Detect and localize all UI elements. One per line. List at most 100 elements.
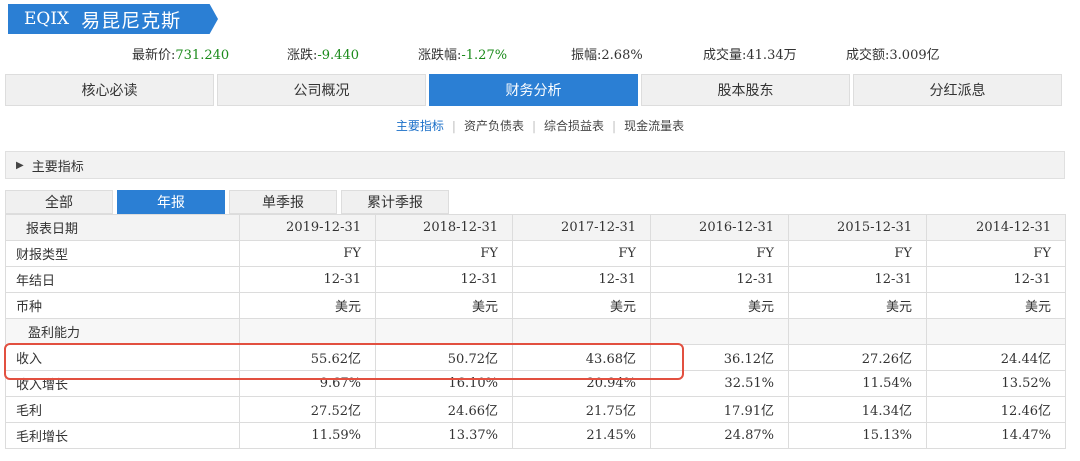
price-change-label: 涨跌: (287, 48, 318, 63)
table-cell: 2018-12-31 (375, 214, 513, 241)
table-cell (375, 318, 513, 345)
subnav-separator: | (531, 119, 537, 133)
table-cell: 43.68亿 (512, 344, 651, 371)
financial-table: 报表日期 2019-12-31 2018-12-31 2017-12-31 2016-1… (5, 214, 1066, 449)
latest-price-label: 最新价: (132, 48, 176, 63)
table-cell: 11.59% (239, 422, 376, 449)
table-cell: 2017-12-31 (512, 214, 651, 241)
table-cell: 12-31 (926, 266, 1066, 293)
row-label: 盈利能力 (5, 318, 240, 345)
table-cell: 2015-12-31 (788, 214, 927, 241)
tab-shareholders[interactable]: 股本股东 (641, 74, 850, 106)
table-cell: 9.67% (239, 370, 376, 397)
price-change: 涨跌:-9.440 (287, 44, 359, 63)
table-cell: 12-31 (512, 266, 651, 293)
row-label: 年结日 (5, 266, 240, 293)
amplitude-value: 2.68% (601, 48, 643, 63)
amplitude-label: 振幅: (571, 48, 602, 63)
table-cell: 27.52亿 (239, 396, 376, 423)
table-cell: 21.75亿 (512, 396, 651, 423)
table-cell: 美元 (512, 292, 651, 319)
report-type-tabs: 全部 年报 单季报 累计季报 (5, 190, 449, 214)
table-cell: FY (375, 240, 513, 267)
subnav-key-indicators[interactable]: 主要指标 (394, 117, 446, 134)
row-label: 币种 (5, 292, 240, 319)
table-cell: FY (926, 240, 1066, 267)
table-row: 财报类型 FY FY FY FY FY FY (5, 240, 1066, 267)
row-label: 收入 (5, 344, 240, 371)
price-change-pct-label: 涨跌幅: (418, 48, 462, 63)
table-cell: FY (788, 240, 927, 267)
table-row: 币种 美元 美元 美元 美元 美元 美元 (5, 292, 1066, 319)
row-label: 毛利 (5, 396, 240, 423)
table-cell: 美元 (650, 292, 789, 319)
table-cell: 24.66亿 (375, 396, 513, 423)
row-label: 收入增长 (5, 370, 240, 397)
table-cell: 24.44亿 (926, 344, 1066, 371)
row-label: 毛利增长 (5, 422, 240, 449)
volume: 成交量:41.34万 (703, 44, 797, 63)
turnover-value: 3.009亿 (889, 48, 940, 63)
table-cell: 美元 (926, 292, 1066, 319)
table-cell: 11.54% (788, 370, 927, 397)
stock-code: EQIX (24, 9, 70, 29)
table-cell: 12-31 (788, 266, 927, 293)
table-cell: 21.45% (512, 422, 651, 449)
table-cell: FY (239, 240, 376, 267)
tab-company-overview[interactable]: 公司概况 (217, 74, 426, 106)
tab-annual[interactable]: 年报 (117, 190, 225, 214)
table-cell (512, 318, 651, 345)
row-label: 报表日期 (5, 214, 240, 241)
price-change-pct-value: -1.27% (461, 48, 508, 63)
table-cell: 12-31 (650, 266, 789, 293)
section-title: 主要指标 (31, 159, 84, 175)
table-cell (926, 318, 1066, 345)
table-cell: 14.47% (926, 422, 1066, 449)
latest-price: 最新价:731.240 (132, 44, 229, 63)
tab-core-reading[interactable]: 核心必读 (5, 74, 214, 106)
amplitude: 振幅:2.68% (571, 44, 643, 63)
table-cell: 24.87% (650, 422, 789, 449)
table-cell: 12-31 (375, 266, 513, 293)
table-cell: 13.52% (926, 370, 1066, 397)
table-cell: FY (512, 240, 651, 267)
table-cell: 32.51% (650, 370, 789, 397)
table-cell: 美元 (788, 292, 927, 319)
subnav-separator: | (612, 119, 617, 133)
table-cell: FY (650, 240, 789, 267)
price-change-value: -9.440 (317, 48, 359, 63)
table-cell: 12-31 (239, 266, 376, 293)
table-cell: 13.37% (375, 422, 513, 449)
subnav-separator: | (451, 119, 456, 133)
table-cell: 36.12亿 (650, 344, 789, 371)
table-row: 收入增长 9.67% 16.10% 20.94% 32.51% 11.54% 13.52% (5, 370, 1066, 397)
table-row: 年结日 12-31 12-31 12-31 12-31 12-31 12-31 (5, 266, 1066, 293)
table-cell: 2019-12-31 (239, 214, 376, 241)
sub-navigation: 主要指标 | 资产负债表 | 综合损益表 | 现金流量表 (0, 117, 1080, 134)
tab-dividends[interactable]: 分红派息 (853, 74, 1062, 106)
table-cell (239, 318, 376, 345)
section-header[interactable]: ▶ 主要指标 (5, 151, 1065, 179)
subnav-income-statement[interactable]: 综合损益表 (542, 117, 606, 134)
subnav-balance-sheet[interactable]: 资产负债表 (462, 117, 526, 134)
stock-title-tag: EQIX 易昆尼克斯 (8, 4, 218, 34)
row-label: 财报类型 (5, 240, 240, 267)
tab-cumulative-quarter[interactable]: 累计季报 (341, 190, 449, 214)
volume-value: 41.34万 (746, 48, 797, 63)
table-cell: 20.94% (512, 370, 651, 397)
table-row: 收入 55.62亿 50.72亿 43.68亿 36.12亿 27.26亿 24.44亿 (5, 344, 1066, 371)
table-cell: 27.26亿 (788, 344, 927, 371)
subnav-cash-flow[interactable]: 现金流量表 (622, 117, 686, 134)
tab-all[interactable]: 全部 (5, 190, 113, 214)
table-cell: 17.91亿 (650, 396, 789, 423)
table-row: 毛利增长 11.59% 13.37% 21.45% 24.87% 15.13% 14.47% (5, 422, 1066, 449)
tab-single-quarter[interactable]: 单季报 (229, 190, 337, 214)
table-cell: 2016-12-31 (650, 214, 789, 241)
table-cell (788, 318, 927, 345)
tab-financial-analysis[interactable]: 财务分析 (429, 74, 638, 106)
table-cell: 美元 (375, 292, 513, 319)
price-change-pct: 涨跌幅:-1.27% (418, 44, 507, 63)
table-cell: 55.62亿 (239, 344, 376, 371)
quote-summary: 最新价:731.240 涨跌:-9.440 涨跌幅:-1.27% 振幅:2.68… (0, 44, 1080, 63)
table-cell: 15.13% (788, 422, 927, 449)
